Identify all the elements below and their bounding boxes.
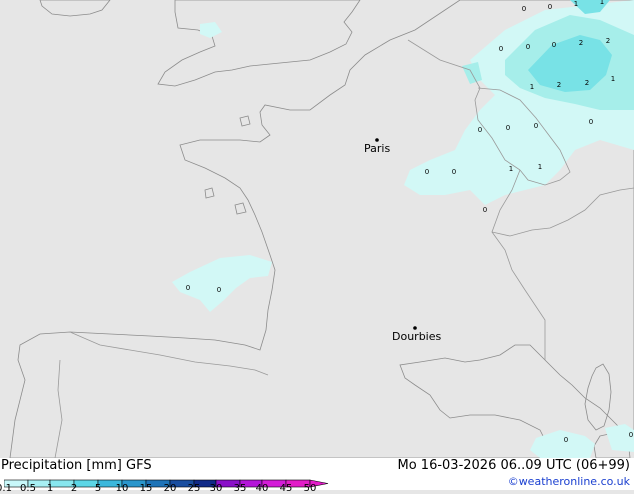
precip-value: 1 bbox=[538, 163, 542, 171]
precip-value: 0 bbox=[452, 168, 456, 176]
city-label-paris: Paris bbox=[364, 142, 390, 155]
precip-value: 0 bbox=[478, 126, 482, 134]
scale-tick-label: 0.1 bbox=[0, 483, 12, 494]
forecast-datetime: Mo 16-03-2026 06..09 UTC (06+99) bbox=[397, 458, 631, 473]
scale-tick-label: 30 bbox=[209, 483, 223, 494]
scale-tick-label: 40 bbox=[255, 483, 269, 494]
scale-tick-label: 25 bbox=[187, 483, 201, 494]
precip-value: 0 bbox=[483, 206, 487, 214]
scale-tick-label: 5 bbox=[94, 483, 102, 494]
precip-value: 0 bbox=[506, 124, 510, 132]
scale-tick-label: 1 bbox=[46, 483, 54, 494]
precip-value: 1 bbox=[530, 83, 534, 91]
precip-value: 2 bbox=[606, 37, 610, 45]
precip-value: 0 bbox=[526, 43, 530, 51]
precipitation-map: Paris Dourbies 0 0 1 1 0 0 0 2 2 1 2 2 1… bbox=[0, 0, 634, 458]
scale-tick-label: 15 bbox=[139, 483, 153, 494]
precip-value: 2 bbox=[579, 39, 583, 47]
precip-value: 0 bbox=[217, 286, 221, 294]
precip-value: 1 bbox=[600, 0, 604, 6]
precip-value: 0 bbox=[629, 431, 633, 439]
city-label-dourbies: Dourbies bbox=[392, 330, 442, 343]
scale-tick-label: 20 bbox=[163, 483, 177, 494]
credit-link[interactable]: ©weatheronline.co.uk bbox=[508, 475, 630, 488]
precip-value: 1 bbox=[611, 75, 615, 83]
scale-tick-label: 45 bbox=[279, 483, 293, 494]
precip-value: 0 bbox=[552, 41, 556, 49]
scale-tick-label: 2 bbox=[70, 483, 78, 494]
precip-value: 2 bbox=[585, 79, 589, 87]
precip-value: 0 bbox=[589, 118, 593, 126]
scale-tick-label: 50 bbox=[303, 483, 317, 494]
precip-value: 0 bbox=[534, 122, 538, 130]
precip-value: 2 bbox=[557, 81, 561, 89]
legend-title: Precipitation [mm] GFS bbox=[1, 458, 152, 473]
scale-tick-label: 0.5 bbox=[20, 483, 36, 494]
precip-value: 1 bbox=[509, 165, 513, 173]
legend-footer: Precipitation [mm] GFS Mo 16-03-2026 06.… bbox=[0, 458, 634, 494]
scale-tick-label: 10 bbox=[115, 483, 129, 494]
precip-value: 0 bbox=[425, 168, 429, 176]
color-scale: 0.10.5125101520253035404550 bbox=[0, 474, 330, 494]
precip-value: 0 bbox=[522, 5, 526, 13]
precip-value: 0 bbox=[499, 45, 503, 53]
precip-value: 1 bbox=[574, 0, 578, 8]
precip-value: 0 bbox=[548, 3, 552, 11]
precip-value: 0 bbox=[186, 284, 190, 292]
precip-value: 0 bbox=[564, 436, 568, 444]
scale-tick-label: 35 bbox=[233, 483, 247, 494]
